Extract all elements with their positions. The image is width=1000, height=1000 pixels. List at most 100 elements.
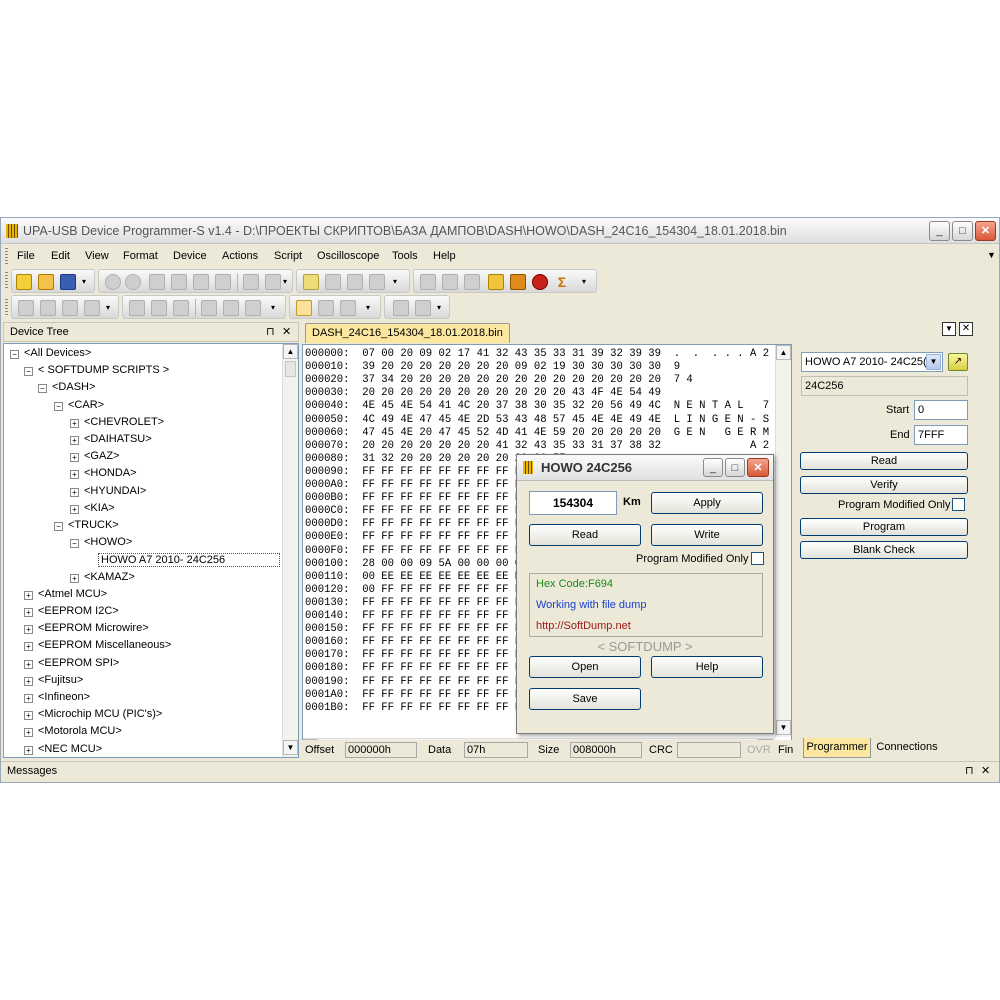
tree-expand-icon[interactable]: + [70,504,79,514]
tree-expand-icon[interactable]: + [70,436,79,445]
tree-node[interactable]: <HOWO> [84,536,132,548]
tree-node[interactable]: <GAZ> [84,450,119,462]
hex-row[interactable]: 000160: FF FF FF FF FF FF FF FF FF [305,637,528,648]
tree-node[interactable]: <DASH> [52,381,95,393]
tree-expand-icon[interactable]: + [24,642,33,652]
hex-row[interactable]: 0001B0: FF FF FF FF FF FF FF FF FF [305,702,528,714]
maximize-button[interactable]: □ [952,221,973,241]
dialog-close-button[interactable]: ✕ [747,458,769,477]
pins-icon[interactable] [464,274,480,290]
new-icon[interactable] [16,274,32,290]
tree-expand-icon[interactable]: + [24,694,33,703]
program-button[interactable]: Program [800,518,968,536]
pin-icon[interactable]: ⊓ [266,323,275,341]
toolbar-overflow-icon[interactable]: ▾ [82,274,90,290]
messages-pin-icon[interactable]: ⊓ [965,762,974,781]
play-icon[interactable] [393,300,409,316]
hex-row[interactable]: 0001A0: FF FF FF FF FF FF FF FF FF [305,689,528,701]
hex-row[interactable]: 000110: 00 EE EE EE EE EE EE EE EE [305,571,528,583]
toolbar-overflow-icon[interactable]: ▾ [437,300,445,316]
menu-actions[interactable]: Actions [222,250,258,262]
tree-node[interactable]: <NEC MCU> [38,743,102,755]
verify-button[interactable]: Verify [800,476,968,494]
read-button[interactable]: Read [800,452,968,470]
tree-node[interactable]: <EEPROM SPI> [38,657,119,669]
dialog-program-modified-only-checkbox[interactable] [751,552,764,565]
toolbar-overflow-icon[interactable]: ▾ [366,300,374,316]
tree-expand-icon[interactable]: − [10,350,19,359]
dialog-read-button[interactable]: Read [529,524,641,546]
tree-node[interactable]: <TRUCK> [68,519,119,531]
tree-node[interactable]: <EEPROM Microwire> [38,622,149,634]
align-right-icon[interactable] [245,300,261,316]
paste-icon[interactable] [193,274,209,290]
tree-node[interactable]: <Microchip MCU (PIC's)> [38,708,162,720]
chip-icon[interactable] [442,274,458,290]
menu-oscilloscope[interactable]: Oscilloscope [317,250,379,262]
panel-close-icon[interactable]: ✕ [282,323,291,341]
tab-programmer[interactable]: Programmer [803,738,871,758]
tree-node[interactable]: <Motorola MCU> [38,725,122,737]
tree-expand-icon[interactable]: + [70,573,79,583]
find-icon[interactable] [243,274,259,290]
tree-node[interactable]: <EEPROM Miscellaneous> [38,639,171,651]
toolbar-overflow-icon[interactable]: ▾ [393,274,401,290]
cut-icon[interactable] [149,274,165,290]
replace-icon[interactable] [265,274,281,290]
pointer-icon[interactable] [296,300,312,316]
open-folder-icon[interactable] [38,274,54,290]
zoom-icon[interactable] [340,300,356,316]
scroll-up-icon[interactable]: ▲ [283,344,298,359]
tree-expand-icon[interactable]: − [54,522,63,531]
stop-icon[interactable] [415,300,431,316]
italic-icon[interactable] [151,300,167,316]
pencil-icon[interactable] [18,300,34,316]
toolbar-overflow-icon[interactable]: ▾ [582,274,590,290]
scroll-up-icon[interactable]: ▲ [776,345,791,360]
undo-icon[interactable] [105,274,121,290]
tree-expand-icon[interactable]: + [24,659,33,669]
menu-format[interactable]: Format [123,250,158,262]
softdump-link[interactable]: http://SoftDump.net [536,620,631,632]
chevron-down-icon[interactable]: ▼ [926,354,941,370]
program-modified-only-checkbox[interactable] [952,498,965,511]
scissors-icon[interactable] [62,300,78,316]
hex-row[interactable]: 000030: 20 20 20 20 20 20 20 20 20 20 20… [305,388,791,399]
tree-expand-icon[interactable]: + [70,487,79,497]
tab-dump-file[interactable]: DASH_24C16_154304_18.01.2018.bin [305,323,510,343]
hex-row[interactable]: 000070: 20 20 20 20 20 20 20 41 32 43 35… [305,440,791,452]
toolbar-overflow-icon[interactable]: ▾ [106,300,114,316]
hex-row[interactable]: 000100: 28 00 00 09 5A 00 00 00 01 [305,558,528,570]
hex-row[interactable]: 000190: FF FF FF FF FF FF FF FF FF [305,676,528,688]
redo-icon[interactable] [125,274,141,290]
km-value-field[interactable]: 154304 [529,491,617,515]
scroll-thumb[interactable] [285,361,296,377]
underline-icon[interactable] [173,300,189,316]
tree-expand-icon[interactable]: + [70,470,79,480]
tree-node[interactable]: <HONDA> [84,467,137,479]
blank-check-button[interactable]: Blank Check [800,541,968,559]
align-center-icon[interactable] [223,300,239,316]
menu-file[interactable]: File [17,250,35,262]
hex-row[interactable]: 000170: FF FF FF FF FF FF FF FF FF [305,650,528,661]
messages-close-icon[interactable]: ✕ [981,762,990,781]
goto-icon[interactable] [325,274,341,290]
hex-row[interactable]: 000000: 07 00 20 09 02 17 41 32 43 35 33… [305,349,791,360]
open-script-icon[interactable]: ↗ [948,353,968,371]
hex-row[interactable]: 000130: FF FF FF FF FF FF FF FF FF [305,598,528,609]
menu-overflow-icon[interactable]: ▼ [987,250,996,260]
hex-row[interactable]: 000140: FF FF FF FF FF FF FF FF FF [305,611,528,622]
hex-row[interactable]: 000060: 47 45 4E 20 47 45 52 4D 41 4E 59… [305,427,791,439]
end-address-field[interactable]: 7FFF [914,425,968,445]
menu-device[interactable]: Device [173,250,207,262]
tree-node[interactable]: HOWO A7 2010- 24C256 [98,553,280,568]
bug-icon[interactable] [532,274,548,290]
bold-icon[interactable] [129,300,145,316]
hex-row[interactable]: 000180: FF FF FF FF FF FF FF FF FF [305,663,528,674]
hex-row[interactable]: 000020: 37 34 20 20 20 20 20 20 20 20 20… [305,375,693,386]
tree-node[interactable]: <HYUNDAI> [84,485,146,497]
align-left-icon[interactable] [201,300,217,316]
hex-row[interactable]: 000050: 4C 49 4E 47 45 4E 2D 53 43 48 57… [305,414,791,426]
tree-node[interactable]: <Fujitsu> [38,674,83,686]
dialog-write-button[interactable]: Write [651,524,763,546]
